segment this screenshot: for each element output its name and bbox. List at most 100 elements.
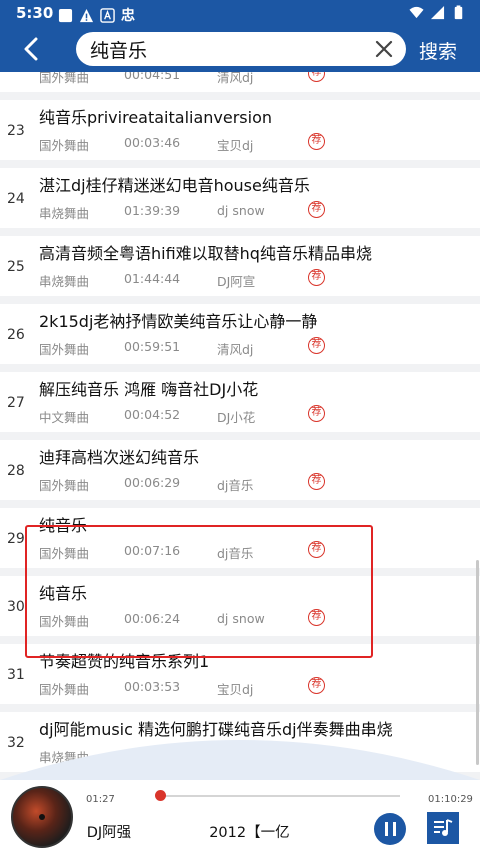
recommend-badge[interactable]: 荐 xyxy=(308,609,325,626)
progress-track[interactable] xyxy=(160,795,400,797)
song-title: 纯音乐 xyxy=(39,584,88,603)
song-category: 国外舞曲 xyxy=(39,682,90,697)
song-category: 国外舞曲 xyxy=(39,614,90,629)
back-arrow-icon xyxy=(24,37,38,61)
song-index: 27 xyxy=(7,395,25,411)
search-header: 搜索 xyxy=(0,26,480,72)
now-playing-part-a: 人串烧-DJ阿强 xyxy=(86,825,132,841)
song-duration: 00:06:29 xyxy=(124,475,181,490)
song-index: 31 xyxy=(7,667,25,683)
song-author: 清风dj xyxy=(217,72,254,85)
song-author: dj snow xyxy=(217,611,265,626)
close-icon xyxy=(375,40,393,58)
song-title: 解压纯音乐 鸿雁 嗨音社DJ小花 xyxy=(39,380,259,399)
song-row[interactable]: 27 解压纯音乐 鸿雁 嗨音社DJ小花中文舞曲 00:04:52 DJ小花 荐 xyxy=(0,372,480,432)
status-system-icons xyxy=(409,5,466,20)
search-input[interactable] xyxy=(90,32,360,66)
status-bar: 5:30 忠 xyxy=(0,0,480,26)
song-category: 国外舞曲 xyxy=(39,546,90,561)
now-playing-text: 人串烧-DJ阿强 2012【一亿 xyxy=(86,821,290,841)
search-box xyxy=(76,32,406,66)
recommend-badge[interactable]: 荐 xyxy=(308,133,325,150)
song-title: 高清音频全粤语hifi难以取替hq纯音乐精品串烧 xyxy=(39,244,372,263)
song-category: 国外舞曲 xyxy=(39,72,90,85)
progress-knob[interactable] xyxy=(155,790,166,801)
song-row[interactable]: 22国外舞曲00:04:51清风dj荐 xyxy=(0,72,480,92)
notification-square-icon xyxy=(58,8,73,22)
song-category: 串烧舞曲 xyxy=(39,274,90,289)
song-index: 24 xyxy=(7,191,25,207)
status-notification-icons: 忠 xyxy=(58,5,135,25)
recommend-badge[interactable]: 荐 xyxy=(308,473,325,490)
song-index: 30 xyxy=(7,599,25,615)
recommend-badge[interactable]: 荐 xyxy=(308,201,325,218)
back-button[interactable] xyxy=(14,32,48,66)
font-a-icon xyxy=(100,7,115,23)
clear-search-button[interactable] xyxy=(372,37,396,61)
song-category: 中文舞曲 xyxy=(39,410,90,425)
song-row[interactable]: 29 纯音乐国外舞曲 00:07:16 dj音乐 荐 xyxy=(0,508,480,568)
song-title: 迪拜高档次迷幻纯音乐 xyxy=(39,448,200,467)
playlist-icon xyxy=(434,819,453,836)
recommend-badge[interactable]: 荐 xyxy=(308,337,325,354)
now-playing-part-b: 2012【一亿 xyxy=(209,825,290,841)
elapsed-time: 01:27 xyxy=(86,794,115,805)
search-button[interactable]: 搜索 xyxy=(419,37,457,64)
pause-icon-bar-right xyxy=(392,822,396,836)
song-row[interactable]: 24 湛江dj桂仔精迷迷幻电音house纯音乐串烧舞曲 01:39:39 dj sno… xyxy=(0,168,480,228)
song-duration: 00:04:51 xyxy=(124,72,181,82)
song-index: 25 xyxy=(7,259,25,275)
recommend-badge[interactable]: 荐 xyxy=(308,541,325,558)
status-time: 5:30 xyxy=(16,4,54,22)
song-category: 串烧舞曲 xyxy=(39,206,90,221)
song-title: 湛江dj桂仔精迷迷幻电音house纯音乐 xyxy=(39,176,310,195)
song-row[interactable]: 26 2k15dj老衲抒情欧美纯音乐让心静一静国外舞曲 00:59:51 清风dj 荐 xyxy=(0,304,480,364)
pause-icon-bar-left xyxy=(384,822,388,836)
song-index: 26 xyxy=(7,327,25,343)
recommend-badge[interactable]: 荐 xyxy=(308,269,325,286)
song-list[interactable]: 22国外舞曲00:04:51清风dj荐23纯音乐privireataitalia… xyxy=(0,72,480,780)
song-author: 清风dj xyxy=(217,342,254,357)
song-title: 纯音乐privireataitalianversion xyxy=(39,108,273,127)
song-row[interactable]: 25 高清音频全粤语hifi难以取替hq纯音乐精品串烧串烧舞曲 01:44:44 DJ… xyxy=(0,236,480,296)
app-notification-icon: 忠 xyxy=(121,8,135,24)
playlist-button[interactable] xyxy=(427,812,459,844)
total-time: 01:10:29 xyxy=(428,794,473,805)
song-duration: 00:03:53 xyxy=(124,679,181,694)
song-duration: 01:44:44 xyxy=(124,271,181,286)
warning-icon xyxy=(79,8,94,22)
song-duration: 00:04:52 xyxy=(124,407,181,422)
song-title: 纯音乐 xyxy=(39,516,88,535)
song-author: 宝贝dj xyxy=(217,682,254,697)
song-author: DJ小花 xyxy=(217,410,256,425)
song-author: DJ阿宣 xyxy=(217,274,256,289)
song-row[interactable]: 30 纯音乐国外舞曲 00:06:24 dj snow 荐 xyxy=(0,576,480,636)
album-center xyxy=(39,814,45,820)
song-author: 宝贝dj xyxy=(217,138,254,153)
song-title: 2k15dj老衲抒情欧美纯音乐让心静一静 xyxy=(39,312,318,331)
song-row[interactable]: 28 迪拜高档次迷幻纯音乐国外舞曲 00:06:29 dj音乐 荐 xyxy=(0,440,480,500)
recommend-badge[interactable]: 荐 xyxy=(308,72,325,82)
song-title: 节奏超赞的纯音乐系列1 xyxy=(39,652,210,671)
song-duration: 00:07:16 xyxy=(124,543,181,558)
song-author: dj音乐 xyxy=(217,478,254,493)
song-duration: 00:06:24 xyxy=(124,611,181,626)
song-row[interactable]: 23 纯音乐privireataitalianversion 国外舞曲 00:03:4… xyxy=(0,100,480,160)
song-index: 29 xyxy=(7,531,25,547)
recommend-badge[interactable]: 荐 xyxy=(308,677,325,694)
song-author: dj snow xyxy=(217,203,265,218)
song-row[interactable]: 31 节奏超赞的纯音乐系列1 国外舞曲 00:03:53 宝贝dj 荐 xyxy=(0,644,480,704)
song-author: dj音乐 xyxy=(217,546,254,561)
song-index: 28 xyxy=(7,463,25,479)
recommend-badge[interactable]: 荐 xyxy=(308,405,325,422)
now-playing-marquee: 人串烧-DJ阿强 2012【一亿 xyxy=(86,821,360,841)
battery-icon xyxy=(454,5,463,20)
song-category: 国外舞曲 xyxy=(39,342,90,357)
wifi-icon xyxy=(409,6,424,19)
signal-icon xyxy=(430,5,445,20)
pause-button[interactable] xyxy=(374,813,406,845)
song-duration: 00:03:46 xyxy=(124,135,181,150)
song-duration: 00:59:51 xyxy=(124,339,181,354)
song-duration: 01:39:39 xyxy=(124,203,181,218)
song-category: 国外舞曲 xyxy=(39,478,90,493)
